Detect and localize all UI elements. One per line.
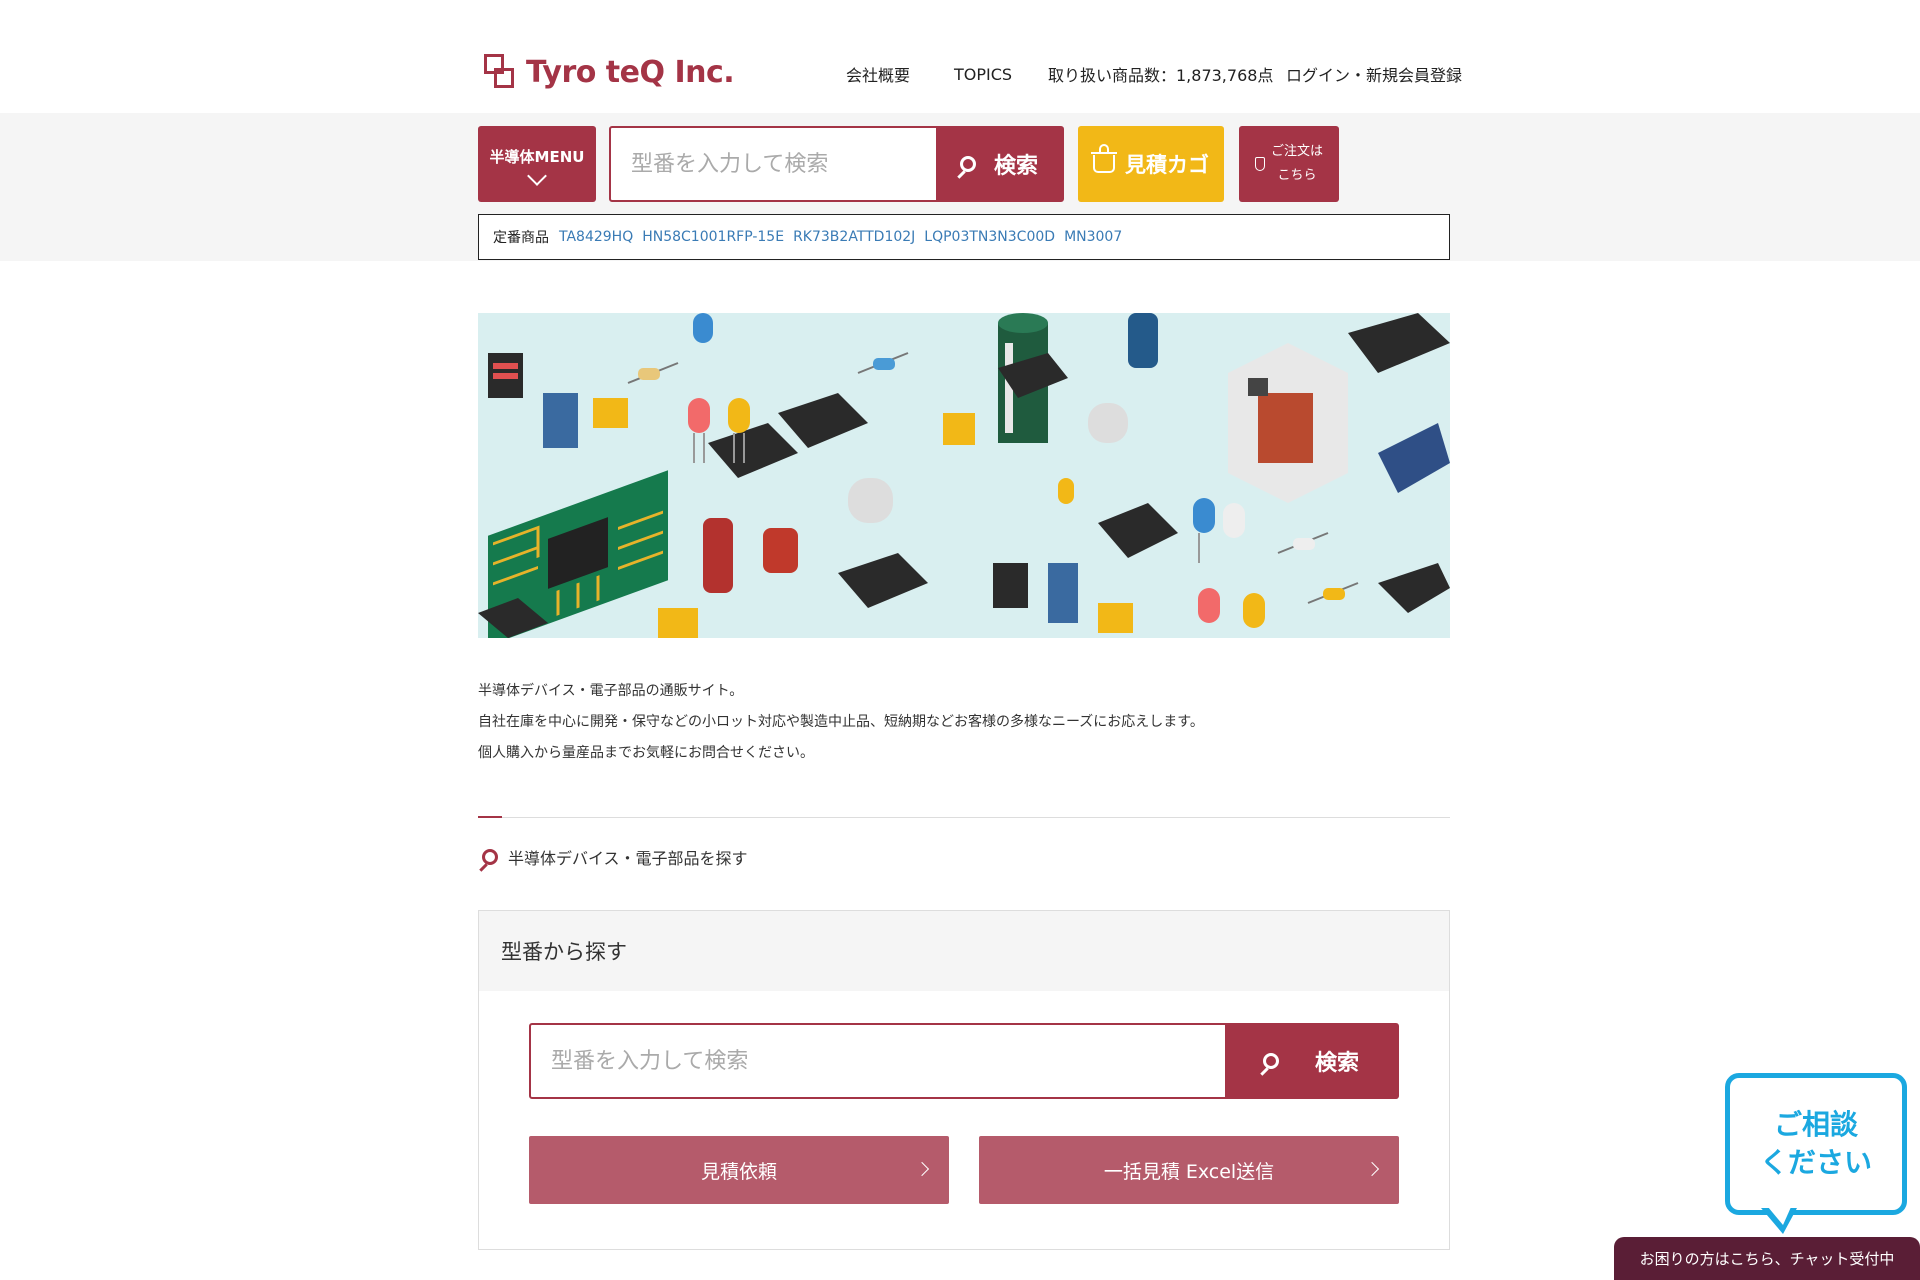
search-icon xyxy=(959,156,976,172)
panel-search-button[interactable]: 検索 xyxy=(1225,1025,1397,1097)
popular-item[interactable]: LQP03TN3N3C00D xyxy=(924,229,1055,245)
chat-open-bar[interactable]: お困りの方はこちら、チャット受付中 xyxy=(1614,1237,1920,1280)
quote-cart-label: 見積カゴ xyxy=(1125,153,1209,177)
panel-header: 型番から探す xyxy=(479,911,1449,991)
header-search: 検索 xyxy=(609,126,1064,202)
bulk-excel-quote-button[interactable]: 一括見積 Excel送信 xyxy=(979,1136,1399,1204)
search-icon xyxy=(1262,1053,1279,1069)
section-heading: 半導体デバイス・電子部品を探す xyxy=(478,842,748,872)
popular-products-label: 定番商品 xyxy=(493,230,549,246)
semiconductor-menu-button[interactable]: 半導体MENU xyxy=(478,126,596,202)
chevron-down-icon xyxy=(527,165,547,186)
popular-item[interactable]: HN58C1001RFP-15E xyxy=(642,229,784,245)
panel-search-button-label: 検索 xyxy=(1314,1051,1359,1076)
chevron-right-icon xyxy=(1364,1161,1380,1177)
search-icon xyxy=(482,849,498,865)
section-divider-accent xyxy=(478,816,502,818)
panel-search: 検索 xyxy=(529,1023,1399,1099)
nav-topics-label: TOPICS xyxy=(954,64,1013,84)
nav-topics[interactable]: TOPICS xyxy=(954,60,1012,88)
cursor-click-icon xyxy=(1254,157,1265,171)
site-logo[interactable]: Tyro teQ Inc. xyxy=(484,50,735,94)
header-search-button[interactable]: 検索 xyxy=(936,128,1062,200)
menu-label: 半導体MENU xyxy=(489,147,585,166)
chat-bubble-line2: ください xyxy=(1759,1146,1872,1179)
logo-mark-icon xyxy=(484,54,514,90)
quote-request-label: 見積依頼 xyxy=(700,1160,777,1183)
popular-item[interactable]: TA8429HQ xyxy=(559,229,633,245)
part-number-search-panel: 型番から探す 検索 見積依頼 一括見積 Excel送信 xyxy=(478,910,1450,1250)
order-label-line1: ご注文は xyxy=(1270,144,1323,159)
popular-item[interactable]: RK73B2ATTD102J xyxy=(793,229,915,245)
logo-text: Tyro teQ Inc. xyxy=(526,54,735,90)
nav-login-label: ログイン・新規会員登録 xyxy=(1286,66,1463,85)
product-count: 取り扱い商品数：1,873,768点 xyxy=(1048,60,1273,88)
hero-banner-image xyxy=(478,313,1450,638)
quote-request-button[interactable]: 見積依頼 xyxy=(529,1136,949,1204)
nav-company-label: 会社概要 xyxy=(846,66,911,85)
order-label-line2: こちら xyxy=(1277,168,1317,183)
nav-login[interactable]: ログイン・新規会員登録 xyxy=(1286,60,1462,88)
popular-item[interactable]: MN3007 xyxy=(1064,229,1122,245)
chat-bubble-line1: ご相談 xyxy=(1773,1108,1858,1141)
intro-line-1: 半導体デバイス・電子部品の通販サイト。 xyxy=(478,683,744,699)
section-title: 半導体デバイス・電子部品を探す xyxy=(508,849,748,868)
product-count-label: 取り扱い商品数：1,873,768点 xyxy=(1048,66,1274,85)
order-button[interactable]: ご注文は こちら xyxy=(1239,126,1339,202)
header-search-input[interactable] xyxy=(611,128,936,200)
panel-title: 型番から探す xyxy=(501,940,627,964)
intro-line-2: 自社在庫を中心に開発・保守などの小ロット対応や製造中止品、短納期などお客様の多様… xyxy=(478,714,1204,730)
chat-bubble-tail-inner xyxy=(1768,1207,1791,1225)
panel-search-input[interactable] xyxy=(531,1025,1225,1097)
chat-bar-label: お困りの方はこちら、チャット受付中 xyxy=(1639,1250,1895,1268)
nav-company[interactable]: 会社概要 xyxy=(846,60,910,88)
chevron-right-icon xyxy=(914,1161,930,1177)
intro-line-3: 個人購入から量産品までお気軽にお問合せください。 xyxy=(478,745,814,761)
bulk-excel-quote-label: 一括見積 Excel送信 xyxy=(1103,1160,1275,1183)
intro-text: 半導体デバイス・電子部品の通販サイト。 自社在庫を中心に開発・保守などの小ロット… xyxy=(478,676,1450,769)
quote-cart-button[interactable]: 見積カゴ xyxy=(1078,126,1224,202)
header-search-button-label: 検索 xyxy=(993,154,1038,179)
basket-icon xyxy=(1091,144,1117,173)
popular-products-bar: 定番商品 TA8429HQ HN58C1001RFP-15E RK73B2ATT… xyxy=(478,214,1450,260)
chat-bubble[interactable]: ご相談 ください xyxy=(1725,1073,1907,1215)
section-divider xyxy=(478,817,1450,818)
